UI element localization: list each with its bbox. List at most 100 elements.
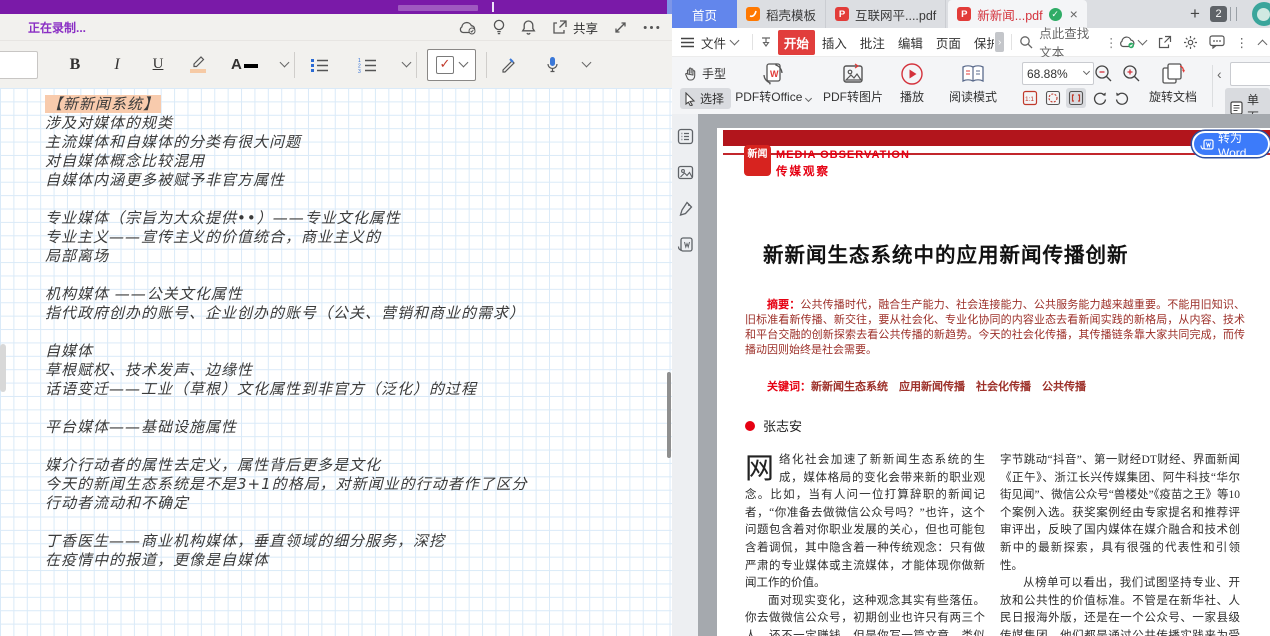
settings-gear-icon[interactable]	[1183, 35, 1198, 50]
page-number-input[interactable]	[1230, 62, 1270, 86]
note-line: 话语变迁——工业（草根）文化属性到非官方（泛化）的过程	[45, 380, 660, 399]
pdf-file-icon: P	[957, 7, 971, 21]
numbered-list-button[interactable]: 123	[353, 50, 383, 80]
underline-button[interactable]: U	[143, 50, 173, 80]
more-options-icon[interactable]	[643, 25, 660, 30]
collapse-ribbon-icon[interactable]	[1258, 39, 1268, 49]
todo-tag-dropdown[interactable]: ✓	[427, 49, 476, 81]
note-line	[45, 266, 660, 285]
note-content[interactable]: 【新新闻系统】 涉及对媒体的规类 主流媒体和自媒体的分类有很大问题 对自媒体概念…	[45, 95, 660, 570]
bell-icon[interactable]	[521, 19, 536, 36]
play-button[interactable]: 播放	[890, 60, 934, 105]
rotate-cw-icon[interactable]	[1089, 88, 1109, 108]
font-color-button[interactable]: A	[231, 50, 261, 80]
lightbulb-icon[interactable]	[492, 19, 506, 36]
svg-text:W: W	[770, 69, 779, 79]
dropcap: 网	[745, 454, 774, 485]
expand-icon[interactable]	[613, 20, 628, 35]
note-line: 草根赋权、技术发声、边缘性	[45, 361, 660, 380]
image-panel-icon[interactable]	[676, 163, 694, 181]
prev-page-icon[interactable]: ‹	[1217, 66, 1222, 82]
main-menu-icon[interactable]	[680, 37, 695, 48]
svg-text:1:1: 1:1	[1025, 96, 1034, 103]
note-line	[45, 323, 660, 342]
single-page-icon	[1230, 101, 1243, 115]
checkbox-icon: ✓	[436, 56, 454, 74]
cloud-sync-icon[interactable]	[458, 20, 477, 35]
note-line: 媒介行动者的属性去定义，属性背后更多是文化	[45, 456, 660, 475]
search-more-icon[interactable]: ⋮	[1105, 35, 1118, 50]
highlighter-button[interactable]	[183, 50, 213, 80]
bullet-list-button[interactable]	[305, 50, 335, 80]
menu-tab-edit[interactable]: 编辑	[892, 30, 929, 55]
rotate-ccw-icon[interactable]	[1112, 88, 1132, 108]
note-line: 在疫情中的报道，更像是自媒体	[45, 551, 660, 570]
export-word-icon[interactable]	[676, 235, 694, 253]
pdf-to-image-button[interactable]: PDF转图片	[814, 60, 892, 105]
share-doc-icon[interactable]	[1157, 35, 1172, 50]
format-painter-button[interactable]	[493, 50, 523, 80]
menu-tab-insert[interactable]: 插入	[816, 30, 853, 55]
select-tool-button[interactable]: 选择	[680, 88, 731, 109]
dictate-chevron-icon[interactable]	[582, 58, 592, 68]
note-titlebar[interactable]	[0, 0, 672, 14]
menu-tab-protect[interactable]: 保护	[968, 30, 994, 55]
bold-button[interactable]: B	[60, 50, 90, 80]
menu-tab-annotate[interactable]: 批注	[854, 30, 891, 55]
window-count-badge[interactable]: 2	[1210, 6, 1227, 22]
share-icon[interactable]: 共享	[551, 18, 598, 37]
zoom-out-icon[interactable]	[1094, 64, 1113, 83]
file-menu[interactable]: 文件	[695, 30, 744, 55]
pdf-document-area[interactable]: 新闻 MEDIA OBSERVATION 传媒观察 新新闻生态系统中的应用新闻传…	[698, 114, 1270, 636]
feedback-icon[interactable]	[1209, 35, 1225, 49]
fit-width-button[interactable]	[1066, 88, 1086, 108]
style-box[interactable]	[0, 51, 38, 79]
search-icon[interactable]	[1019, 35, 1033, 49]
pdf-left-sidebar	[672, 114, 699, 636]
italic-button[interactable]: I	[102, 50, 132, 80]
pdf-to-office-button[interactable]: W PDF转Office	[734, 60, 812, 105]
cloud-status-icon[interactable]	[1118, 35, 1146, 49]
more-vert-icon[interactable]: ⋮	[1236, 35, 1249, 50]
note-scrollbar-vertical[interactable]	[667, 372, 671, 458]
sign-stamp-icon[interactable]	[676, 199, 694, 217]
rotate-doc-button[interactable]: 旋转文档	[1142, 60, 1204, 105]
menu-tab-start[interactable]: 开始	[778, 30, 815, 55]
actual-size-button[interactable]: 1:1	[1020, 88, 1040, 108]
new-tab-button[interactable]: +	[1184, 3, 1206, 25]
user-avatar[interactable]	[1252, 2, 1270, 26]
body-column-right: 字节跳动“抖音”、第一财经DT财经、界面新闻《正午》、浙江长兴传媒集团、阿牛科技…	[1000, 452, 1240, 636]
menu-tab-page[interactable]: 页面	[930, 30, 967, 55]
zoom-level-input[interactable]: 68.88%	[1022, 62, 1094, 85]
note-scrollbar-left[interactable]	[0, 344, 6, 392]
zoom-in-icon[interactable]	[1122, 64, 1141, 83]
pdf-page[interactable]: 新闻 MEDIA OBSERVATION 传媒观察 新新闻生态系统中的应用新闻传…	[717, 128, 1270, 636]
hand-tool-button[interactable]: 手型	[680, 63, 733, 84]
microphone-button[interactable]	[537, 50, 567, 80]
author-bullet-icon	[745, 421, 755, 431]
tab-docer[interactable]: 稻壳模板	[737, 0, 826, 28]
pdf-app-window: 首页 稻壳模板 P 互联网平....pdf P 新新闻...pdf ✓ × + …	[672, 0, 1270, 636]
note-line: 主流媒体和自媒体的分类有很大问题	[45, 133, 660, 152]
journal-red-bar	[723, 130, 1270, 146]
note-line: 丁香医生——商业机构媒体，垂直领域的细分服务，深挖	[45, 532, 660, 551]
read-mode-button[interactable]: 阅读模式	[940, 60, 1006, 105]
body-column-left: 网络化社会加速了新新闻生态系统的生成，媒体格局的变化会带来新的职业观念。比如，当…	[745, 452, 985, 636]
tab-home[interactable]: 首页	[672, 0, 737, 28]
article-author: 张志安	[745, 416, 802, 435]
tab-grip	[1230, 7, 1237, 21]
font-chevron-icon[interactable]	[280, 58, 290, 68]
note-line: 指代政府创办的账号、企业创办的账号（公关、营销和商业的需求）	[45, 304, 660, 323]
fit-page-button[interactable]	[1043, 88, 1063, 108]
pin-ribbon-icon[interactable]	[760, 36, 772, 48]
close-tab-icon[interactable]: ×	[1070, 6, 1078, 22]
search-placeholder[interactable]: 点此查找文本	[1039, 23, 1099, 61]
list-chevron-icon[interactable]	[402, 58, 412, 68]
svg-text:3: 3	[358, 69, 361, 73]
convert-to-word-button[interactable]: 转为Word	[1192, 131, 1270, 157]
menu-scroll-arrow[interactable]: ›	[995, 32, 1005, 52]
note-line: 局部离场	[45, 247, 660, 266]
outline-panel-icon[interactable]	[676, 127, 694, 145]
note-canvas[interactable]: 【新新闻系统】 涉及对媒体的规类 主流媒体和自媒体的分类有很大问题 对自媒体概念…	[0, 88, 672, 636]
tab-pdf-1[interactable]: P 互联网平....pdf	[826, 0, 946, 28]
